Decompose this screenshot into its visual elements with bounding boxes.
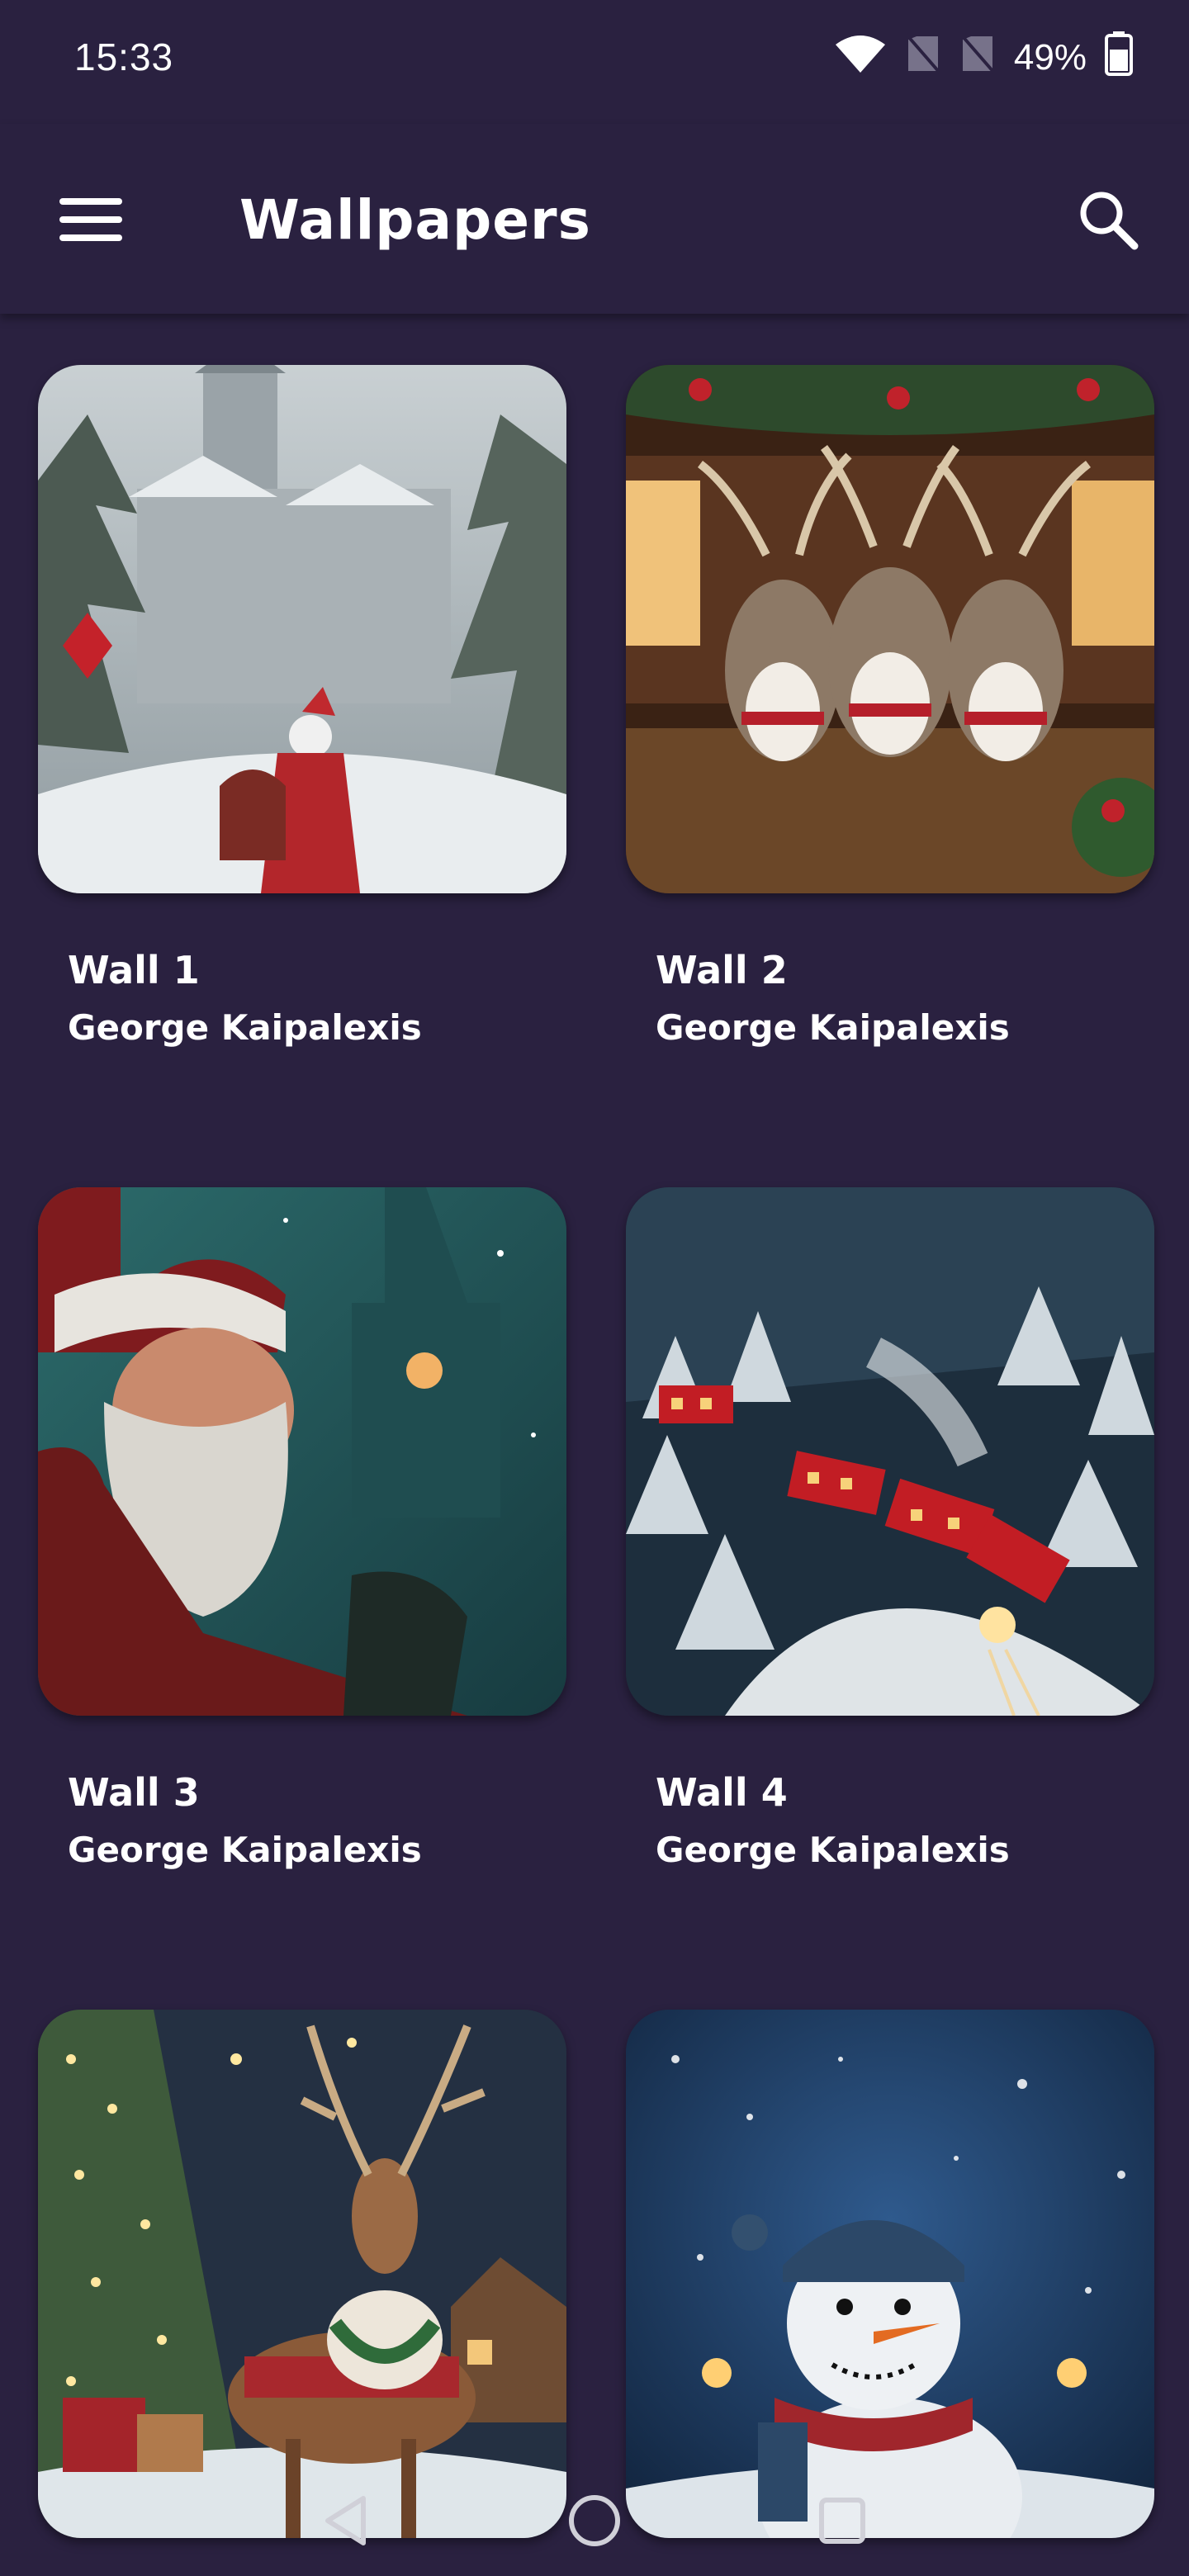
- wallpaper-author: George Kaipalexis: [68, 1007, 422, 1048]
- no-sim-icon: [959, 33, 996, 83]
- status-bar: 15:33 49%: [0, 0, 1189, 124]
- wallpaper-author: George Kaipalexis: [656, 1830, 1010, 1870]
- wallpaper-card[interactable]: [38, 2010, 566, 2538]
- back-icon[interactable]: [318, 2492, 376, 2553]
- wallpaper-card[interactable]: Wall 3 George Kaipalexis: [38, 1187, 566, 1870]
- status-time: 15:33: [74, 36, 174, 78]
- santa-snowy-village-image[interactable]: [38, 365, 566, 893]
- no-sim-icon: [905, 33, 941, 83]
- wallpaper-card[interactable]: Wall 2 George Kaipalexis: [626, 365, 1154, 1048]
- menu-icon[interactable]: [59, 198, 122, 244]
- battery-percent: 49%: [1013, 37, 1087, 78]
- search-icon[interactable]: [1075, 187, 1141, 253]
- wallpaper-title: Wall 3: [68, 1770, 200, 1815]
- snow-train-image[interactable]: [626, 1187, 1154, 1716]
- status-icons: 49%: [834, 31, 1133, 83]
- wallpaper-title: Wall 1: [68, 948, 200, 992]
- wallpaper-card[interactable]: Wall 4 George Kaipalexis: [626, 1187, 1154, 1870]
- reindeer-cabin-image[interactable]: [626, 365, 1154, 893]
- wallpaper-author: George Kaipalexis: [656, 1007, 1010, 1048]
- wallpaper-card[interactable]: Wall 1 George Kaipalexis: [38, 365, 566, 1048]
- app-bar: Wallpapers: [0, 124, 1189, 314]
- wallpaper-title: Wall 4: [656, 1770, 788, 1815]
- battery-icon: [1105, 31, 1133, 85]
- wallpaper-grid: Wall 1 George Kaipalexis Wall 2 George K…: [0, 314, 1189, 2576]
- wallpaper-author: George Kaipalexis: [68, 1830, 422, 1870]
- page-title: Wallpapers: [239, 188, 591, 252]
- navigation-bar: [0, 2469, 1189, 2576]
- wallpaper-title: Wall 2: [656, 948, 788, 992]
- wifi-icon: [834, 33, 887, 83]
- wallpaper-card[interactable]: [626, 2010, 1154, 2538]
- santa-portrait-image[interactable]: [38, 1187, 566, 1716]
- recents-icon[interactable]: [813, 2492, 871, 2553]
- reindeer-christmas-tree-image[interactable]: [38, 2010, 566, 2538]
- home-icon[interactable]: [566, 2492, 623, 2553]
- snowman-night-image[interactable]: [626, 2010, 1154, 2538]
